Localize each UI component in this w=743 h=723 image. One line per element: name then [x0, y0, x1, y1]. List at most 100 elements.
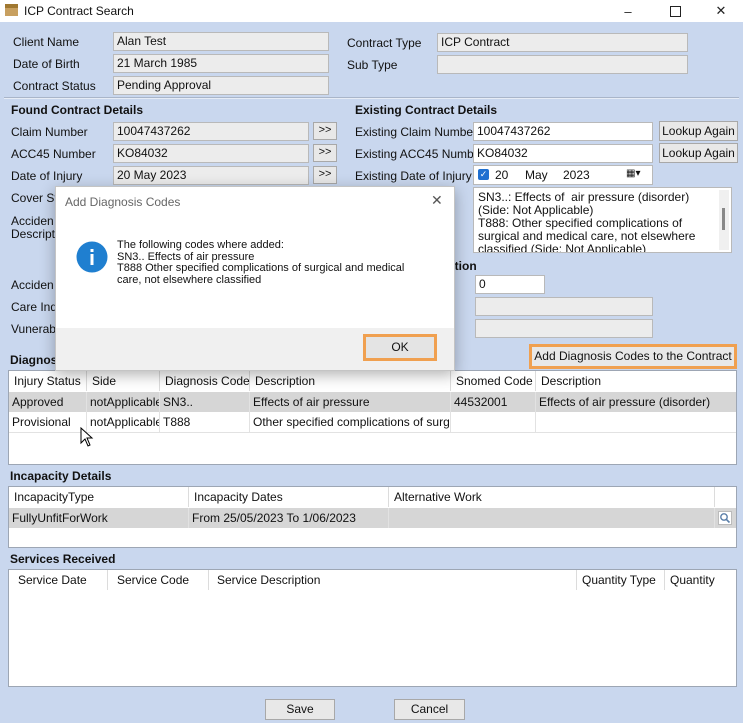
cell-diagnosis-code: SN3.. — [160, 392, 250, 412]
cell-injury-status: Approved — [9, 392, 87, 412]
mouse-cursor-icon — [80, 427, 94, 447]
col-alternative-work[interactable]: Alternative Work — [389, 487, 715, 507]
cancel-button[interactable]: Cancel — [394, 699, 465, 720]
col-snomed-code[interactable]: Snomed Code — [451, 371, 536, 391]
existing-claim-label: Existing Claim Number — [355, 125, 478, 139]
list-scrollbar[interactable] — [719, 190, 729, 250]
dialog-close-icon[interactable]: ✕ — [431, 192, 443, 209]
acc45-label: ACC45 Number — [11, 147, 96, 161]
cell-description: Effects of air pressure — [250, 392, 451, 412]
lookup-claim-button[interactable]: Lookup Again — [659, 121, 738, 141]
cell-snomed-description — [536, 412, 736, 432]
cell-alternative-work — [389, 508, 715, 528]
cell-snomed-description: Effects of air pressure (disorder) — [539, 395, 711, 409]
date-of-injury-label: Date of Injury — [11, 169, 83, 183]
date-day: 20 — [495, 168, 509, 182]
cell-incapacity-dates: From 25/05/2023 To 1/06/2023 — [189, 508, 389, 528]
cell-snomed-code — [451, 412, 536, 432]
existing-contract-title: Existing Contract Details — [355, 103, 498, 117]
ok-button[interactable]: OK — [363, 334, 437, 361]
col-snomed-description[interactable]: Description — [536, 371, 736, 391]
client-name-field[interactable]: Alan Test — [113, 32, 329, 51]
existing-diagnosis-list[interactable]: SN3..: Effects of air pressure (disorder… — [473, 187, 732, 253]
dob-label: Date of Birth — [13, 57, 80, 71]
window-title: ICP Contract Search — [24, 4, 134, 18]
add-diagnosis-dialog: Add Diagnosis Codes ✕ The following code… — [55, 186, 455, 371]
dialog-message-line-4: care, not elsewhere classified — [117, 273, 262, 286]
existing-vulnerable-field[interactable] — [475, 319, 653, 338]
col-incapacity-type[interactable]: IncapacityType — [9, 487, 189, 507]
client-name-label: Client Name — [13, 35, 80, 49]
contract-status-field[interactable]: Pending Approval — [113, 76, 329, 95]
dob-field[interactable]: 21 March 1985 — [113, 54, 329, 73]
col-service-description[interactable]: Service Description — [209, 570, 577, 590]
cell-snomed-code: 44532001 — [451, 392, 536, 412]
col-quantity-type[interactable]: Quantity Type — [577, 570, 665, 590]
care-indicator-label: Care Indi — [11, 300, 60, 314]
copy-date-button[interactable]: >> — [313, 166, 337, 184]
search-icon[interactable] — [718, 511, 732, 525]
group-divider — [4, 97, 739, 99]
existing-date-label: Existing Date of Injury — [355, 169, 472, 183]
close-button[interactable]: ✕ — [698, 0, 743, 22]
copy-acc45-button[interactable]: >> — [313, 144, 337, 162]
cell-description: Other specified complications of surgic.… — [250, 412, 451, 432]
accident-description-label: Acciden — [11, 214, 54, 228]
save-button[interactable]: Save — [265, 699, 335, 720]
contract-type-label: Contract Type — [347, 36, 422, 50]
found-contract-title: Found Contract Details — [11, 103, 144, 117]
calendar-dropdown-icon[interactable]: ▦▾ — [626, 168, 640, 179]
incapacity-title: Incapacity Details — [10, 469, 112, 483]
close-icon: ✕ — [715, 3, 727, 18]
table-row[interactable]: Approved notApplicable SN3.. Effects of … — [9, 392, 736, 412]
existing-care-field[interactable] — [475, 297, 653, 316]
existing-count-field[interactable]: 0 — [475, 275, 545, 294]
contract-type-field[interactable]: ICP Contract — [437, 33, 688, 52]
col-side[interactable]: Side — [87, 371, 160, 391]
add-diagnosis-codes-button[interactable]: Add Diagnosis Codes to the Contract — [529, 344, 737, 369]
app-icon — [5, 4, 18, 16]
cell-injury-status: Provisional — [9, 412, 87, 432]
cell-diagnosis-code: T888 — [160, 412, 250, 432]
existing-date-picker[interactable]: ✓ 20 May 2023 ▦▾ — [473, 165, 653, 185]
maximize-icon — [669, 5, 681, 17]
lookup-acc45-button[interactable]: Lookup Again — [659, 143, 738, 163]
existing-diagnosis-text: SN3..: Effects of air pressure (disorder… — [478, 190, 696, 253]
existing-acc45-field[interactable]: KO84032 — [473, 144, 653, 163]
cell-side: notApplicable — [87, 412, 160, 432]
claim-number-field[interactable]: 10047437262 — [113, 122, 309, 141]
vulnerable-label: Vunerabl — [11, 322, 59, 336]
existing-claim-field[interactable]: 10047437262 — [473, 122, 653, 141]
col-diagnosis-code[interactable]: Diagnosis Code — [160, 371, 250, 391]
date-year: 2023 — [563, 168, 590, 182]
col-description[interactable]: Description — [250, 371, 451, 391]
col-injury-status[interactable]: Injury Status — [9, 371, 87, 391]
table-row[interactable]: FullyUnfitForWork From 25/05/2023 To 1/0… — [9, 508, 736, 528]
dialog-message-line-3: T888 Other specified complications of su… — [117, 262, 405, 274]
minimize-button[interactable]: – — [605, 0, 651, 22]
title-bar: ICP Contract Search – ✕ — [0, 0, 743, 22]
col-service-date[interactable]: Service Date — [9, 570, 108, 590]
services-grid: Service Date Service Code Service Descri… — [8, 569, 737, 687]
acc45-field[interactable]: KO84032 — [113, 144, 309, 163]
copy-claim-button[interactable]: >> — [313, 122, 337, 140]
date-of-injury-field[interactable]: 20 May 2023 — [113, 166, 309, 185]
cell-incapacity-type: FullyUnfitForWork — [9, 508, 189, 528]
diagnosis-title: Diagnos — [10, 353, 58, 367]
scrollbar-thumb[interactable] — [722, 208, 725, 230]
checkbox-checked-icon[interactable]: ✓ — [478, 169, 489, 180]
accident-label: Acciden — [11, 278, 54, 292]
contract-status-label: Contract Status — [13, 79, 96, 93]
existing-acc45-label: Existing ACC45 Number — [355, 147, 485, 161]
sub-type-field[interactable] — [437, 55, 688, 74]
diagnosis-grid: Injury Status Side Diagnosis Code Descri… — [8, 370, 737, 465]
services-title: Services Received — [10, 552, 116, 566]
col-quantity[interactable]: Quantity — [665, 570, 736, 590]
table-row[interactable]: Provisional notApplicable T888 Other spe… — [9, 412, 736, 433]
dialog-title: Add Diagnosis Codes — [65, 195, 181, 209]
col-incapacity-dates[interactable]: Incapacity Dates — [189, 487, 389, 507]
date-month: May — [525, 168, 548, 182]
dialog-message-line-1: The following codes where added: — [117, 239, 284, 251]
col-service-code[interactable]: Service Code — [108, 570, 209, 590]
maximize-button[interactable] — [652, 0, 698, 22]
